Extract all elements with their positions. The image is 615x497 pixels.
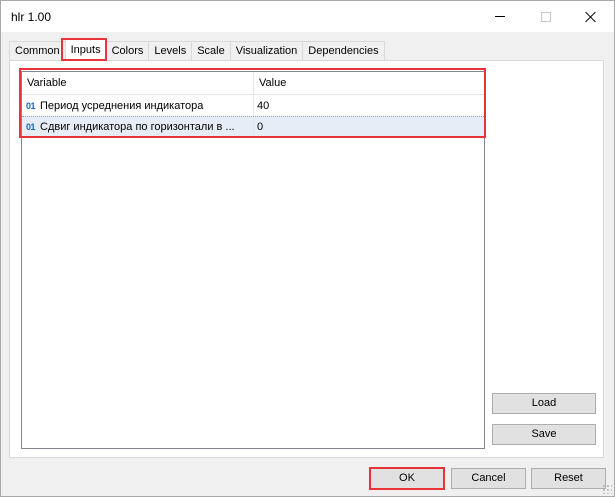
integer-type-icon: 01 <box>26 121 36 132</box>
table-row[interactable]: 01 Период усреднения индикатора 40 <box>22 95 484 116</box>
reset-button[interactable]: Reset <box>531 468 606 489</box>
tab-scale[interactable]: Scale <box>191 41 231 61</box>
minimize-button[interactable] <box>477 1 523 32</box>
grid-header: Variable Value <box>22 72 484 95</box>
close-icon <box>585 11 597 23</box>
variable-cell: 01 Период усреднения индикатора <box>22 95 254 116</box>
value-cell[interactable]: 0 <box>254 117 484 136</box>
value-column-header[interactable]: Value <box>254 72 484 94</box>
tab-inputs[interactable]: Inputs <box>64 39 107 61</box>
variable-column-header[interactable]: Variable <box>22 72 254 94</box>
ok-button[interactable]: OK <box>369 468 445 489</box>
table-row[interactable]: 01 Сдвиг индикатора по горизонтали в ...… <box>22 116 484 137</box>
tab-visualization[interactable]: Visualization <box>229 41 304 61</box>
inputs-grid: Variable Value 01 Период усреднения инди… <box>21 71 485 449</box>
window-title: hlr 1.00 <box>11 10 52 24</box>
tab-levels[interactable]: Levels <box>148 41 193 61</box>
load-button[interactable]: Load <box>492 393 596 414</box>
tab-common[interactable]: Common <box>9 41 66 61</box>
maximize-button <box>523 1 569 32</box>
save-button[interactable]: Save <box>492 424 596 445</box>
variable-name: Сдвиг индикатора по горизонтали в ... <box>40 120 235 133</box>
tab-strip: Common Inputs Colors Levels Scale Visual… <box>9 39 385 61</box>
integer-type-icon: 01 <box>26 100 36 111</box>
cancel-button[interactable]: Cancel <box>451 468 526 489</box>
variable-cell: 01 Сдвиг индикатора по горизонтали в ... <box>22 117 254 136</box>
minimize-icon <box>495 16 505 17</box>
maximize-icon <box>541 11 551 22</box>
variable-name: Период усреднения индикатора <box>40 99 204 112</box>
tab-dependencies[interactable]: Dependencies <box>302 41 385 61</box>
indicator-properties-dialog: hlr 1.00 Common Inputs Colors Levels Sca… <box>0 0 615 497</box>
close-button[interactable] <box>568 1 614 32</box>
tab-colors[interactable]: Colors <box>105 41 150 61</box>
title-bar[interactable]: hlr 1.00 <box>1 1 614 32</box>
resize-grip[interactable] <box>602 484 612 494</box>
value-cell[interactable]: 40 <box>254 95 484 116</box>
